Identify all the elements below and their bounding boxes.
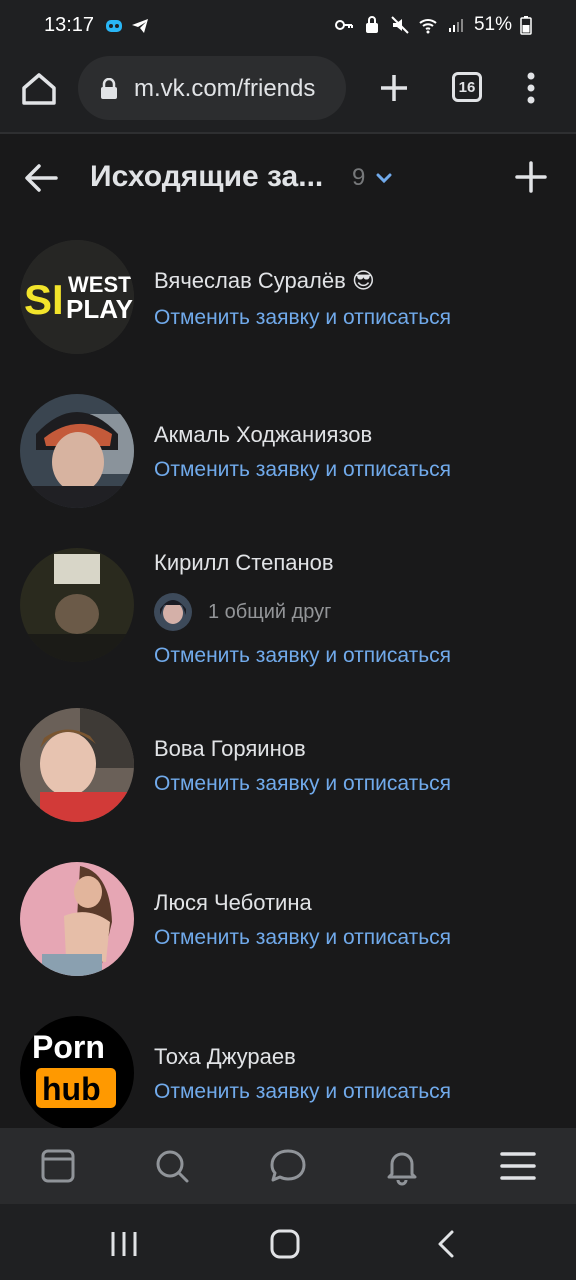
messages-icon[interactable] bbox=[268, 1146, 308, 1186]
cancel-request-link[interactable]: Отменить заявку и отписаться bbox=[154, 306, 451, 330]
avatar[interactable]: SI WEST PLAY bbox=[20, 240, 134, 354]
telegram-icon bbox=[132, 19, 148, 33]
recent-apps-icon[interactable] bbox=[106, 1226, 142, 1262]
search-icon[interactable] bbox=[152, 1146, 192, 1186]
battery-percent: 51% bbox=[473, 14, 512, 35]
wifi-icon bbox=[419, 19, 437, 34]
list-item: Люся Чеботина Отменить заявку и отписать… bbox=[0, 862, 576, 992]
tab-switcher-button[interactable]: 16 bbox=[452, 72, 482, 102]
home-icon[interactable] bbox=[20, 70, 58, 108]
cancel-request-link[interactable]: Отменить заявку и отписаться bbox=[154, 926, 451, 950]
friend-name[interactable]: Люся Чеботина bbox=[154, 890, 312, 916]
list-item: Porn hub Тоха Джураев Отменить заявку и … bbox=[0, 1016, 576, 1146]
svg-text:Porn: Porn bbox=[32, 1029, 105, 1065]
friend-name[interactable]: Вячеслав Суралёв 😎 bbox=[154, 268, 375, 294]
page-header: Исходящие за... 9 bbox=[0, 140, 576, 216]
cancel-request-link[interactable]: Отменить заявку и отписаться bbox=[154, 644, 451, 668]
avatar-photo bbox=[20, 708, 134, 822]
status-time: 13:17 bbox=[44, 14, 95, 36]
friend-name[interactable]: Вова Горяинов bbox=[154, 736, 306, 762]
app-notification-icon bbox=[106, 20, 122, 32]
status-bar: 13:17 51% bbox=[0, 0, 576, 52]
list-item: SI WEST PLAY Вячеслав Суралёв 😎 Отменить… bbox=[0, 240, 576, 370]
app-bottom-nav bbox=[0, 1128, 576, 1204]
svg-text:SI: SI bbox=[24, 276, 64, 323]
avatar[interactable] bbox=[20, 394, 134, 508]
avatar-photo bbox=[20, 394, 134, 508]
back-arrow-icon[interactable] bbox=[22, 160, 60, 196]
cancel-request-link[interactable]: Отменить заявку и отписаться bbox=[154, 772, 451, 796]
avatar-photo bbox=[20, 548, 134, 662]
mutual-friend-avatar bbox=[154, 593, 192, 631]
system-status-icons: 51% bbox=[334, 14, 532, 36]
menu-hamburger-icon[interactable] bbox=[498, 1146, 538, 1186]
signal-icon bbox=[448, 19, 463, 32]
back-nav-icon[interactable] bbox=[430, 1226, 466, 1262]
list-item: Акмаль Ходжаниязов Отменить заявку и отп… bbox=[0, 394, 576, 524]
system-nav-bar bbox=[0, 1204, 576, 1280]
list-item: Вова Горяинов Отменить заявку и отписать… bbox=[0, 708, 576, 838]
friend-name[interactable]: Акмаль Ходжаниязов bbox=[154, 422, 372, 448]
avatar[interactable] bbox=[20, 548, 134, 662]
friend-name[interactable]: Тоха Джураев bbox=[154, 1044, 296, 1070]
url-text: m.vk.com/friends bbox=[134, 75, 316, 102]
key-icon bbox=[334, 20, 353, 30]
avatar-photo bbox=[20, 862, 134, 976]
avatar[interactable]: Porn hub bbox=[20, 1016, 134, 1130]
add-friend-icon[interactable] bbox=[514, 160, 548, 194]
notification-icons bbox=[104, 16, 150, 36]
page-title[interactable]: Исходящие за... bbox=[90, 160, 323, 194]
avatar-logo: Porn hub bbox=[20, 1016, 134, 1130]
mutual-friends-text: 1 общий друг bbox=[208, 600, 332, 623]
notifications-bell-icon[interactable] bbox=[382, 1146, 422, 1186]
mute-icon bbox=[391, 16, 409, 34]
address-bar[interactable]: m.vk.com/friends bbox=[78, 56, 346, 120]
mutual-friends[interactable]: 1 общий друг bbox=[154, 592, 331, 632]
request-count: 9 bbox=[352, 164, 366, 191]
feed-icon[interactable] bbox=[38, 1146, 78, 1186]
avatar-logo: SI WEST PLAY bbox=[20, 240, 134, 354]
cancel-request-link[interactable]: Отменить заявку и отписаться bbox=[154, 1080, 451, 1104]
list-item: Кирилл Степанов 1 общий друг Отменить за… bbox=[0, 548, 576, 678]
new-tab-icon[interactable] bbox=[378, 72, 410, 104]
avatar[interactable] bbox=[20, 708, 134, 822]
avatar[interactable] bbox=[20, 862, 134, 976]
browser-toolbar: m.vk.com/friends 16 bbox=[0, 52, 576, 134]
svg-text:PLAY: PLAY bbox=[66, 294, 133, 324]
chevron-down-icon[interactable] bbox=[374, 170, 394, 186]
home-nav-icon[interactable] bbox=[267, 1226, 303, 1262]
battery-icon bbox=[520, 16, 532, 35]
lock-status-icon bbox=[365, 16, 378, 33]
cancel-request-link[interactable]: Отменить заявку и отписаться bbox=[154, 458, 451, 482]
lock-icon bbox=[101, 78, 117, 99]
friend-name[interactable]: Кирилл Степанов bbox=[154, 550, 334, 576]
more-menu-icon[interactable] bbox=[516, 70, 546, 106]
svg-text:hub: hub bbox=[42, 1071, 101, 1107]
